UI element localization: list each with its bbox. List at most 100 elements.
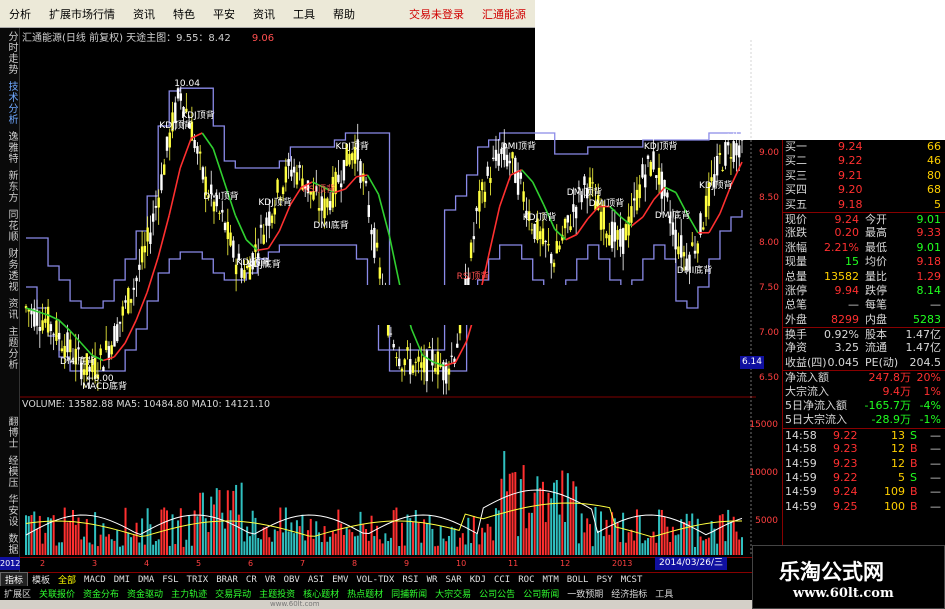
volume-bar <box>74 524 77 555</box>
menu-item[interactable]: 分析 <box>0 6 40 22</box>
menu-item[interactable]: 工具 <box>284 6 324 22</box>
tick-side: S <box>910 428 917 442</box>
volume-bar <box>329 536 332 555</box>
volume-bar <box>224 528 227 555</box>
divergence-signal: KDJ顶背 <box>644 140 678 152</box>
indicator-tab[interactable]: EMV <box>328 575 352 585</box>
indicator-tab[interactable]: KDJ <box>466 575 490 585</box>
indicator-tab[interactable]: CCI <box>490 575 514 585</box>
candle-body <box>406 347 409 351</box>
candle-body <box>693 250 697 254</box>
quote-row: 涨跌 0.20 最高 9.33 <box>783 226 945 240</box>
menu-item[interactable]: 特色 <box>164 6 204 22</box>
candle-body <box>566 215 570 223</box>
date-tick-label: 2 <box>40 559 46 568</box>
candle-body <box>483 191 487 202</box>
candle-body <box>541 228 545 245</box>
indicator-tab[interactable]: SAR <box>441 575 465 585</box>
volume-bar <box>80 539 83 555</box>
candle-body <box>450 355 453 357</box>
function-tab[interactable]: 资金驱动 <box>123 587 167 600</box>
indicator-tab[interactable]: ROC <box>514 575 538 585</box>
function-tab[interactable]: 工具 <box>651 587 677 600</box>
function-tab[interactable]: 核心题材 <box>299 587 343 600</box>
candle-body <box>649 161 652 176</box>
function-tab[interactable]: 公司公告 <box>475 587 519 600</box>
volume-bar <box>627 532 630 555</box>
function-tab[interactable]: 主力轨迹 <box>167 587 211 600</box>
indicator-tab[interactable]: RSI <box>398 575 422 585</box>
candle-body <box>221 209 224 213</box>
date-tick-label: 9 <box>404 559 410 568</box>
function-tab[interactable]: 公司新闻 <box>519 587 563 600</box>
menu-status-item[interactable]: 汇通能源 <box>473 6 535 22</box>
volume-bar <box>160 509 163 555</box>
indicator-tab[interactable]: 全部 <box>54 573 80 586</box>
candle-body <box>403 359 406 366</box>
indicator-tab[interactable]: MCST <box>617 575 647 585</box>
indicator-tab[interactable]: VOL-TDX <box>352 575 398 585</box>
tick-count: — <box>930 499 941 513</box>
indicator-tab[interactable]: OBV <box>280 575 304 585</box>
volume-bar <box>118 546 121 555</box>
indicator-tab[interactable]: PSY <box>592 575 616 585</box>
divergence-signal: RSI顶背 <box>457 270 490 282</box>
indicator-tab[interactable]: MACD <box>80 575 110 585</box>
volume-bar <box>503 451 506 555</box>
tick-count: — <box>930 442 941 456</box>
quote-row: 14:59 9.22 5 S — <box>783 471 945 485</box>
indicator-tab[interactable]: DMA <box>134 575 158 585</box>
volume-bar <box>30 515 33 555</box>
indicator-tab[interactable]: MTM <box>539 575 563 585</box>
volume-bar <box>71 509 74 555</box>
volume-bar <box>290 522 293 555</box>
indicator-tab[interactable]: CR <box>242 575 261 585</box>
candle-body <box>660 171 664 199</box>
function-tab[interactable]: 主题投资 <box>255 587 299 600</box>
function-tab[interactable]: 经济指标 <box>607 587 651 600</box>
ma-line-segment <box>135 291 148 321</box>
volume-bar <box>107 534 110 555</box>
volume-bar <box>207 532 210 555</box>
volume-bar <box>96 546 99 555</box>
indicator-tab[interactable]: FSL <box>158 575 182 585</box>
volume-bar <box>174 544 177 555</box>
menu-item[interactable]: 平安 <box>204 6 244 22</box>
volume-bar <box>483 532 486 555</box>
candle-body <box>519 172 523 179</box>
indicator-tab[interactable]: WR <box>423 575 442 585</box>
function-tab[interactable]: 扩展区 <box>0 587 35 600</box>
volume-bar <box>641 543 644 555</box>
indicator-tab[interactable]: BRAR <box>212 575 242 585</box>
candle-body <box>400 368 404 372</box>
function-tab[interactable]: 同捕新闻 <box>387 587 431 600</box>
volume-bar <box>177 520 180 555</box>
indicator-tab[interactable]: 模板 <box>28 573 54 586</box>
function-tab[interactable]: 热点题材 <box>343 587 387 600</box>
menu-item[interactable]: 扩展市场行情 <box>40 6 124 22</box>
function-tab[interactable]: 一致预期 <box>563 587 607 600</box>
function-tab[interactable]: 关联报价 <box>35 587 79 600</box>
indicator-tab[interactable]: DMI <box>110 575 134 585</box>
menu-status-item[interactable]: 交易未登录 <box>400 6 473 22</box>
function-tab[interactable]: 交易异动 <box>211 587 255 600</box>
indicator-tab[interactable]: TRIX <box>183 575 213 585</box>
site-watermark: 乐淘公式网 www.60lt.com <box>752 545 945 609</box>
candle-body <box>373 227 376 258</box>
quote-row: 买四 9.20 68 <box>783 183 945 197</box>
volume-bar <box>566 473 569 555</box>
candle-body <box>478 190 481 212</box>
menu-item[interactable]: 资讯 <box>124 6 164 22</box>
indicator-tab[interactable]: ASI <box>304 575 328 585</box>
indicator-tab[interactable]: 指标 <box>0 572 29 587</box>
price-tick-label: 7.50 <box>758 283 779 293</box>
menu-item[interactable]: 资讯 <box>244 6 284 22</box>
quote-row: 现价 9.24 今开 9.01 <box>783 211 945 226</box>
indicator-tab[interactable]: VR <box>261 575 280 585</box>
candle-body <box>223 222 227 231</box>
volume-bar <box>395 507 398 555</box>
function-tab[interactable]: 资金分布 <box>79 587 123 600</box>
indicator-tab[interactable]: BOLL <box>563 575 593 585</box>
menu-item[interactable]: 帮助 <box>324 6 364 22</box>
function-tab[interactable]: 大宗交易 <box>431 587 475 600</box>
